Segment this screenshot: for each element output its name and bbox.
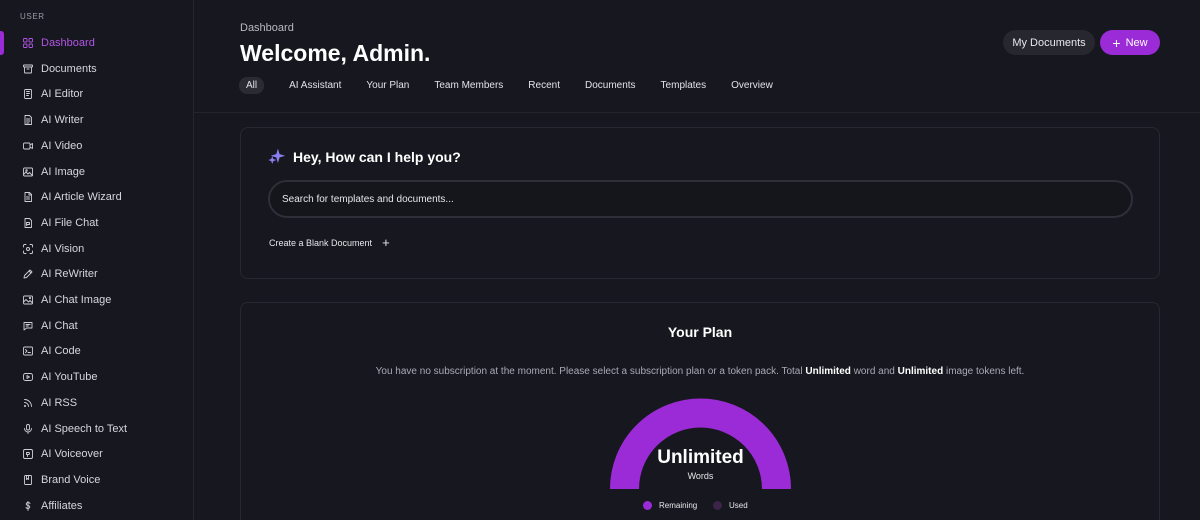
bookmark-icon <box>22 474 34 486</box>
my-documents-button[interactable]: My Documents <box>1003 30 1095 55</box>
sidebar-item-label: Dashboard <box>41 37 95 49</box>
page-title: Welcome, Admin. <box>240 40 431 66</box>
chat-icon <box>22 320 34 332</box>
tab-templates[interactable]: Templates <box>661 77 707 94</box>
file-text-icon <box>22 191 34 203</box>
plus-icon: + <box>1112 34 1121 51</box>
sidebar-item-ai-article-wizard[interactable]: AI Article Wizard <box>0 184 194 210</box>
file-chat-icon <box>22 217 34 229</box>
grid-icon <box>22 37 34 49</box>
sidebar-item-ai-editor[interactable]: AI Editor <box>0 81 194 107</box>
sidebar-item-ai-vision[interactable]: AI Vision <box>0 236 194 262</box>
assistant-title: Hey, How can I help you? <box>293 148 461 165</box>
dollar-icon <box>22 500 34 512</box>
gauge-value: Unlimited <box>657 447 744 468</box>
header-divider <box>194 112 1200 113</box>
breadcrumb: Dashboard <box>240 22 294 34</box>
sidebar-item-label: AI RSS <box>41 396 78 409</box>
tab-your-plan[interactable]: Your Plan <box>366 77 409 94</box>
sidebar-item-label: AI Vision <box>41 242 85 255</box>
sidebar-item-brand-voice[interactable]: Brand Voice <box>0 467 194 493</box>
sidebar-item-label: AI Image <box>41 165 86 178</box>
sidebar-item-label: AI File Chat <box>41 216 99 229</box>
sidebar-item-ai-speech-to-text[interactable]: AI Speech to Text <box>0 416 194 442</box>
sidebar-item-ai-youtube[interactable]: AI YouTube <box>0 364 194 390</box>
image-tokens-value: Unlimited <box>897 366 944 377</box>
video-icon <box>22 140 34 152</box>
tab-bar: All AI Assistant Your Plan Team Members Rece… <box>239 77 798 94</box>
plan-description-middle: word and <box>850 366 898 377</box>
sidebar-item-dashboard[interactable]: Dashboard <box>0 30 194 56</box>
legend-used-label: Used <box>729 501 748 510</box>
pencil-icon <box>22 268 34 280</box>
sidebar-item-ai-video[interactable]: AI Video <box>0 133 194 159</box>
tab-recent[interactable]: Recent <box>528 77 560 94</box>
sidebar-item-label: AI Article Wizard <box>41 191 122 204</box>
terminal-icon <box>22 345 34 357</box>
notebook-icon <box>22 88 34 100</box>
legend-used: Used <box>713 501 748 510</box>
create-blank-document-link[interactable]: Create a Blank Document + <box>269 236 390 249</box>
sidebar-item-label: AI Chat Image <box>41 294 112 306</box>
new-button[interactable]: + New <box>1100 30 1160 55</box>
sidebar-item-label: AI Video <box>41 139 83 152</box>
sidebar-item-label: AI Chat <box>41 319 78 332</box>
sidebar-item-ai-writer[interactable]: AI Writer <box>0 107 194 133</box>
archive-icon <box>22 63 34 75</box>
sidebar-item-ai-image[interactable]: AI Image <box>0 159 194 185</box>
sidebar: USER Dashboard Documents AI Editor AI Write… <box>0 0 194 520</box>
voiceover-icon <box>22 448 34 460</box>
photo-icon <box>22 294 34 306</box>
sidebar-item-label: AI YouTube <box>41 371 98 384</box>
sidebar-item-label: Documents <box>41 62 97 75</box>
rss-icon <box>22 397 34 409</box>
legend-remaining-dot <box>643 501 652 510</box>
sidebar-item-label: Brand Voice <box>41 473 101 486</box>
scan-icon <box>22 243 34 255</box>
sidebar-heading: USER <box>20 12 45 21</box>
plan-description: You have no subscription at the moment. … <box>240 366 1160 377</box>
plan-description-suffix: image tokens left. <box>943 366 1025 377</box>
sidebar-item-label: AI Speech to Text <box>41 422 128 435</box>
document-icon <box>22 114 34 126</box>
tab-team-members[interactable]: Team Members <box>434 77 503 94</box>
tab-overview[interactable]: Overview <box>731 77 773 94</box>
sidebar-item-ai-rss[interactable]: AI RSS <box>0 390 194 416</box>
sidebar-item-affiliates[interactable]: Affiliates <box>0 493 194 519</box>
tab-documents[interactable]: Documents <box>585 77 636 94</box>
sparkles-icon <box>268 148 285 165</box>
word-tokens-value: Unlimited <box>805 366 851 377</box>
tab-all[interactable]: All <box>239 77 265 94</box>
legend-remaining-label: Remaining <box>659 501 698 510</box>
plan-title: Your Plan <box>667 324 733 340</box>
create-blank-document-label: Create a Blank Document <box>269 237 373 248</box>
sidebar-item-ai-voiceover[interactable]: AI Voiceover <box>0 441 194 467</box>
legend-remaining: Remaining <box>643 501 697 510</box>
sidebar-item-ai-file-chat[interactable]: AI File Chat <box>0 210 194 236</box>
plus-icon: + <box>382 235 390 250</box>
tab-ai-assistant[interactable]: AI Assistant <box>289 77 341 94</box>
plan-description-prefix: You have no subscription at the moment. … <box>375 366 806 377</box>
sidebar-item-documents[interactable]: Documents <box>0 56 194 82</box>
sidebar-item-label: AI ReWriter <box>41 268 98 281</box>
new-button-label: New <box>1125 36 1148 49</box>
gauge-unit: Words <box>687 471 714 481</box>
sidebar-item-label: Affiliates <box>41 499 83 512</box>
search-input[interactable] <box>268 180 1133 218</box>
microphone-icon <box>22 423 34 435</box>
image-icon <box>22 166 34 178</box>
sidebar-item-label: AI Code <box>41 345 81 358</box>
sidebar-item-ai-chat[interactable]: AI Chat <box>0 313 194 339</box>
sidebar-item-label: AI Editor <box>41 88 84 101</box>
legend-used-dot <box>713 501 722 510</box>
assistant-heading: Hey, How can I help you? <box>268 148 461 165</box>
sidebar-item-ai-chat-image[interactable]: AI Chat Image <box>0 287 194 313</box>
sidebar-item-ai-code[interactable]: AI Code <box>0 338 194 364</box>
youtube-icon <box>22 371 34 383</box>
sidebar-item-label: AI Voiceover <box>41 448 103 461</box>
sidebar-item-label: AI Writer <box>41 114 84 127</box>
sidebar-item-ai-rewriter[interactable]: AI ReWriter <box>0 261 194 287</box>
